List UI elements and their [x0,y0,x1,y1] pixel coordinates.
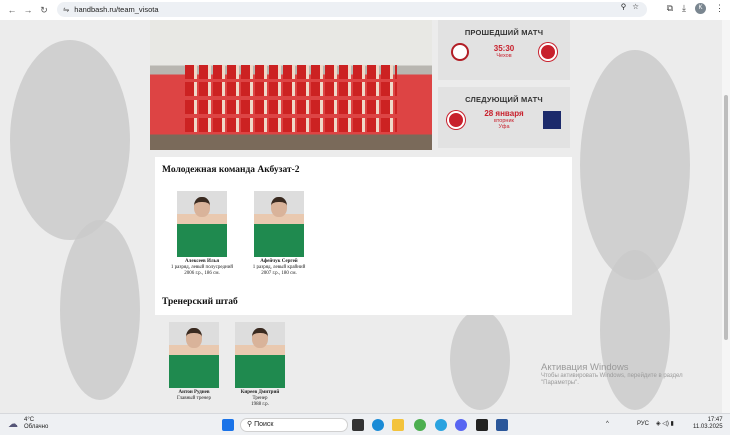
scrollbar-thumb[interactable] [724,95,728,340]
section-title: Молодежная команда Акбузат-2 [162,165,300,175]
file-explorer-icon[interactable] [392,419,404,431]
profile-avatar[interactable]: K [695,3,706,14]
team-photo [150,20,432,150]
forward-icon[interactable]: → [20,5,36,15]
reload-icon[interactable]: ↻ [36,5,52,16]
coach-photo [169,322,219,388]
windows-activation-watermark: Активация Windows Чтобы активировать Win… [541,362,683,387]
search-placeholder: Поиск [254,421,274,428]
zoom-icon[interactable]: ⚲ [621,2,627,11]
start-icon[interactable] [222,419,234,431]
menu-icon[interactable]: ⋮ [715,3,724,14]
edge-icon[interactable] [372,419,384,431]
extensions-icon[interactable]: ⧉ [667,3,673,14]
coach-info: 1988 г.р. [251,402,269,407]
watermark-line: Чтобы активировать Windows, перейдите в … [541,373,683,379]
home-team-logo [450,43,469,61]
acrobat-icon[interactable] [476,419,488,431]
browser-toolbar: ← → ↻ ⇋ handbash.ru/team_visota ⚲ ☆ ⧉ ⤓ K… [0,0,730,20]
site-settings-icon[interactable]: ⇋ [63,5,69,14]
next-match-title: СЛЕДУЮЩИЙ МАТЧ [465,95,543,104]
player-card[interactable]: Афейчук Сергей 1 разряд, левый крайний 2… [239,191,319,277]
page-content: ПРОШЕДШИЙ МАТЧ 35:30 Чехов СЛЕДУЮЩИЙ МАТЧ… [0,20,722,413]
coach-card[interactable]: Киреев Дмитрий Тренер 1988 г.р. [220,322,300,408]
address-bar[interactable]: ⇋ handbash.ru/team_visota ⚲ ☆ [57,2,647,17]
away-team-logo [539,43,558,61]
home-team-logo [447,111,466,129]
download-icon[interactable]: ⤓ [682,3,686,14]
coach-photo [235,322,285,388]
player-info: 2006 г.р., 186 см. [184,271,220,276]
network-volume-icons[interactable]: ◈ ◁) ▮ [656,420,674,427]
bookmark-star-icon[interactable]: ☆ [632,2,639,11]
away-team-logo [542,111,561,129]
player-photo [177,191,227,257]
task-view-icon[interactable] [352,419,364,431]
back-icon[interactable]: ← [4,5,20,15]
scrollbar[interactable] [722,20,730,413]
word-icon[interactable] [496,419,508,431]
taskbar-search[interactable]: ⚲ Поиск [240,418,348,432]
past-match-card[interactable]: ПРОШЕДШИЙ МАТЧ 35:30 Чехов [438,20,570,80]
match-city: Чехов [496,53,512,59]
watermark-line: "Параметры". [541,380,579,386]
match-city: Уфа [498,124,510,130]
watermark-title: Активация Windows [541,362,629,373]
language-indicator[interactable]: РУС [637,421,649,427]
next-match-card[interactable]: СЛЕДУЮЩИЙ МАТЧ 28 января вторник Уфа [438,87,570,148]
youth-team-section: Молодежная команда Акбузат-2 Алексеев Ил… [155,157,572,315]
clock-time: 17:47 [707,417,723,423]
weather-temp: 4°C [24,417,35,423]
player-photo [254,191,304,257]
telegram-icon[interactable] [435,419,447,431]
discord-icon[interactable] [455,419,467,431]
weather-text: Облачно [24,424,49,430]
cloud-icon: ☁ [8,419,18,430]
player-info: 2007 г.р., 180 см. [261,271,297,276]
section-title: Тренерский штаб [162,297,238,307]
clock-date: 11.03.2025 [693,424,723,430]
tray-chevron-icon[interactable]: ^ [606,421,609,427]
weather-widget[interactable]: 4°C Облачно [24,417,48,431]
match-date: 28 января [484,109,524,118]
clock[interactable]: 17:47 11.03.2025 [693,417,723,431]
url-text: handbash.ru/team_visota [74,5,159,14]
taskbar: ☁ 4°C Облачно ⚲ Поиск ^ РУС ◈ ◁) ▮ 17:47… [0,413,730,435]
past-match-title: ПРОШЕДШИЙ МАТЧ [464,28,544,37]
player-card[interactable]: Алексеев Илья 1 разряд, левый полусредни… [162,191,242,277]
chrome-icon[interactable] [414,419,426,431]
match-score: 35:30 [493,44,515,53]
